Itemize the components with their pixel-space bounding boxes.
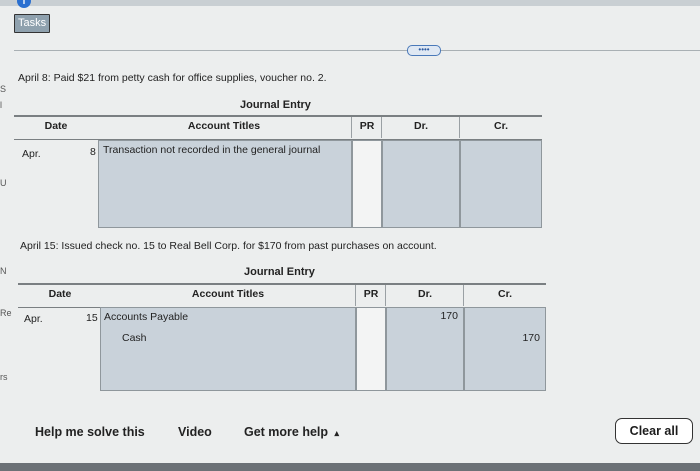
col-cr-header: Cr. xyxy=(497,288,512,300)
clear-all-button[interactable]: Clear all xyxy=(615,418,693,444)
bottom-bar xyxy=(0,463,700,471)
col-pr-header: PR xyxy=(359,120,375,132)
entry1-prompt: April 8: Paid $21 from petty cash for of… xyxy=(18,72,327,84)
entry1-month: Apr. xyxy=(22,148,41,160)
entry1-account-line1: Transaction not recorded in the general … xyxy=(103,144,321,156)
info-icon[interactable]: i xyxy=(17,0,31,8)
col-date-header: Date xyxy=(48,288,72,300)
entry2-cr-field[interactable] xyxy=(464,307,546,391)
entry2-day: 15 xyxy=(86,312,98,324)
entry2-account-line2: Cash xyxy=(122,332,147,344)
caret-up-icon: ▴ xyxy=(334,428,340,438)
entry2-account-line1: Accounts Payable xyxy=(104,311,189,323)
entry2-prompt: April 15: Issued check no. 15 to Real Be… xyxy=(20,240,437,252)
col-dr-header: Dr. xyxy=(417,288,432,300)
get-more-help-link[interactable]: Get more help ▴ xyxy=(244,425,339,439)
entry2-journal-table: Date Account Titles PR Dr. Cr. Apr. 15 A… xyxy=(18,283,546,393)
edge-letter: Re xyxy=(0,308,12,318)
entry1-title: Journal Entry xyxy=(240,99,311,111)
edge-letter: N xyxy=(0,266,7,276)
header-divider xyxy=(14,50,700,51)
col-date-header: Date xyxy=(44,120,68,132)
entry2-dr-value: 170 xyxy=(440,310,458,322)
col-dr-header: Dr. xyxy=(413,120,428,132)
edge-letter: U xyxy=(0,178,7,188)
col-cr-header: Cr. xyxy=(493,120,508,132)
top-bar xyxy=(0,0,700,6)
col-pr-header: PR xyxy=(363,288,379,300)
edge-letter: l xyxy=(0,100,2,110)
entry2-month: Apr. xyxy=(24,313,43,325)
col-account-header: Account Titles xyxy=(191,288,265,300)
entry1-dr-field[interactable] xyxy=(382,140,460,228)
entry1-cr-field[interactable] xyxy=(460,140,542,228)
video-link[interactable]: Video xyxy=(178,425,212,439)
entry1-pr-field[interactable] xyxy=(352,140,382,228)
entry2-cr-value: 170 xyxy=(522,332,540,344)
entry1-day: 8 xyxy=(90,146,96,158)
entry1-journal-table: Date Account Titles PR Dr. Cr. Apr. 8 Tr… xyxy=(14,115,542,230)
tasks-button[interactable]: Tasks xyxy=(14,14,51,33)
col-account-header: Account Titles xyxy=(187,120,261,132)
edge-letter: rs xyxy=(0,372,8,382)
get-more-help-label: Get more help xyxy=(244,425,329,439)
entry2-pr-field[interactable] xyxy=(356,307,386,391)
more-options-button[interactable]: •••• xyxy=(407,45,441,56)
help-me-solve-link[interactable]: Help me solve this xyxy=(35,425,145,439)
edge-letter: S xyxy=(0,84,7,94)
entry2-title: Journal Entry xyxy=(244,266,315,278)
